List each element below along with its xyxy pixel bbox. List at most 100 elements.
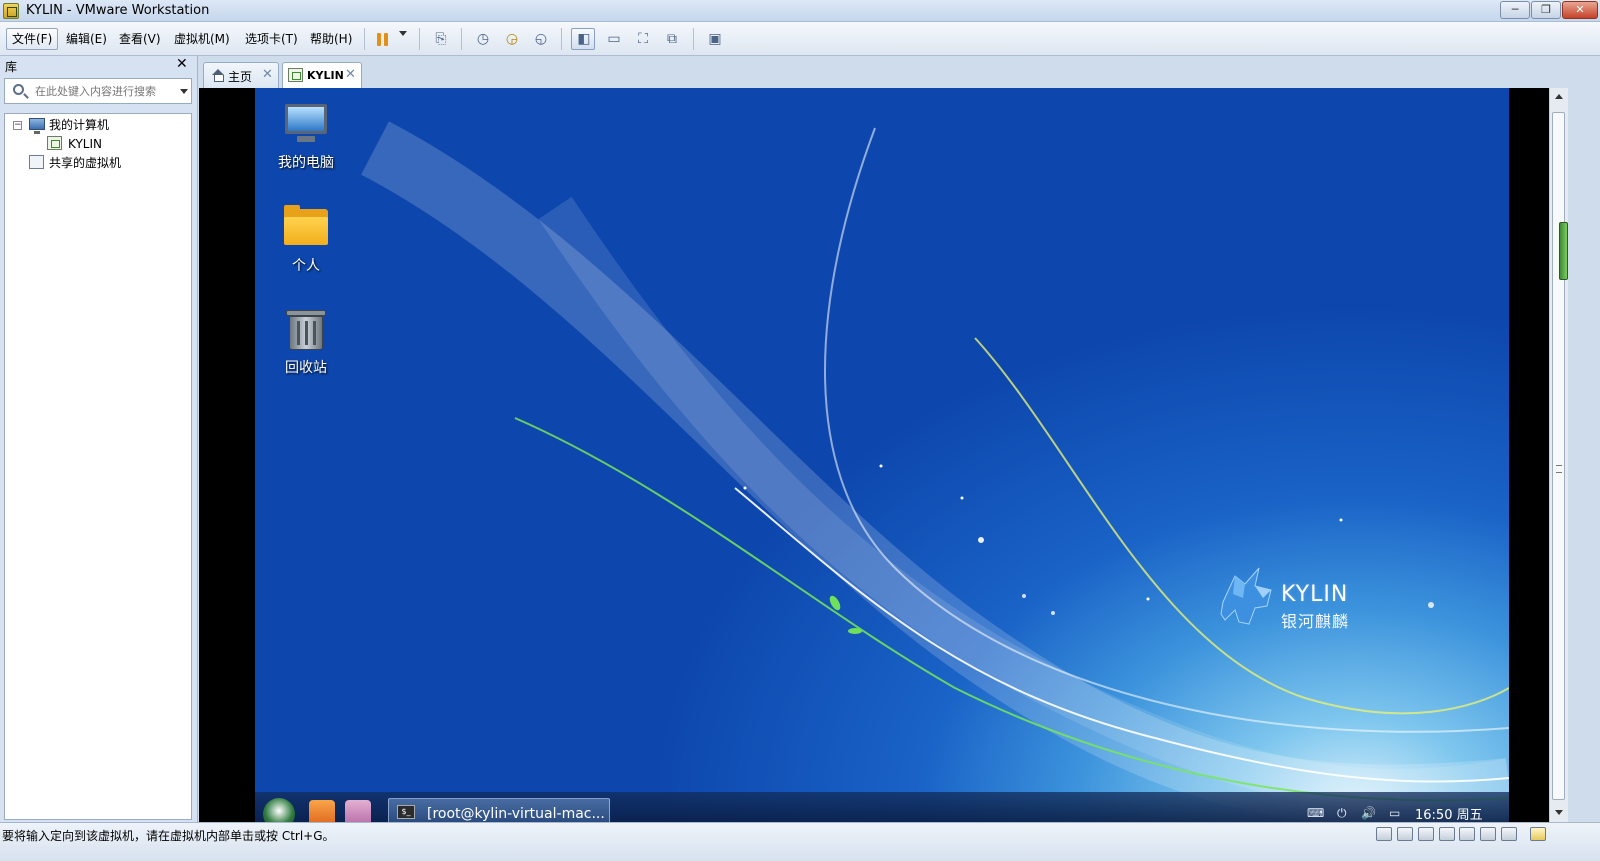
pause-icon xyxy=(384,33,388,46)
kylin-logo-cn-text: 银河麒麟 xyxy=(1281,612,1350,631)
tab-kylin[interactable]: KYLIN ✕ xyxy=(282,62,362,88)
library-search[interactable] xyxy=(4,78,192,104)
toolbar-separator xyxy=(561,28,562,50)
library-panel: 库 ✕ − 我的计算机 KYLIN 共享的虚拟机 xyxy=(0,56,198,822)
menu-view[interactable]: 查看(V) xyxy=(113,28,167,50)
desktop-icon-label: 回收站 xyxy=(285,360,327,376)
message-log-icon[interactable] xyxy=(1530,827,1546,841)
home-folder-icon xyxy=(283,205,329,249)
trash-stripe xyxy=(297,321,300,345)
close-tab-icon[interactable]: ✕ xyxy=(345,67,356,82)
unity-button[interactable]: ⧉ xyxy=(659,28,683,50)
tree-item-my-computer[interactable]: − 我的计算机 xyxy=(5,116,191,134)
library-title: 库 xyxy=(5,60,18,74)
library-close-icon[interactable]: ✕ xyxy=(176,56,188,72)
fullscreen-button[interactable]: ⛶ xyxy=(630,28,654,50)
search-dropdown-icon[interactable] xyxy=(180,89,188,94)
restore-button[interactable]: ❐ xyxy=(1531,1,1561,19)
take-snapshot-button[interactable]: ◷ xyxy=(470,28,494,50)
tree-item-label: KYLIN xyxy=(68,137,102,151)
desktop-icon-home-folder[interactable]: 个人 xyxy=(261,205,351,275)
console-scrollbar[interactable] xyxy=(1549,88,1568,822)
scrollbar-grip xyxy=(1556,465,1562,473)
console-view-button[interactable]: ▣ xyxy=(702,28,726,50)
pause-button[interactable] xyxy=(370,28,394,50)
vm-console[interactable]: 我的电脑 个人 回收站 KYLIN 银河麒麟 $_ [root@kylin-vi… xyxy=(199,88,1549,822)
vm-icon xyxy=(47,136,62,150)
desktop-icon-label: 我的电脑 xyxy=(278,155,334,171)
guest-taskbar: $_ [root@kylin-virtual-mac... ⌨ ⏻ 🔊 ▭ 16… xyxy=(255,792,1509,822)
menu-file[interactable]: 文件(F) xyxy=(6,28,59,50)
shared-vm-icon xyxy=(29,155,44,169)
trash-stripe xyxy=(313,321,316,345)
status-message: 要将输入定向到该虚拟机，请在虚拟机内部单击或按 Ctrl+G。 xyxy=(2,829,335,843)
collapse-icon[interactable]: − xyxy=(13,121,22,130)
send-keys-icon: ⎘ xyxy=(435,31,447,47)
tab-bar: 主页 ✕ KYLIN ✕ xyxy=(199,56,1568,88)
library-tree: − 我的计算机 KYLIN 共享的虚拟机 xyxy=(4,113,192,820)
library-search-input[interactable] xyxy=(35,83,175,99)
sound-card-icon[interactable] xyxy=(1459,827,1475,841)
pause-dropdown-icon[interactable] xyxy=(399,31,407,36)
tab-label: 主页 xyxy=(228,70,253,84)
title-bar[interactable]: KYLIN - VMware Workstation ─ ❐ ✕ xyxy=(0,0,1600,22)
library-header: 库 ✕ xyxy=(0,56,198,76)
wallpaper-swooshes xyxy=(361,121,1509,822)
firefox-launcher-icon[interactable] xyxy=(309,800,335,822)
scroll-down-icon[interactable] xyxy=(1555,810,1563,815)
tree-item-label: 我的计算机 xyxy=(49,118,110,132)
desktop-icon-computer[interactable]: 我的电脑 xyxy=(261,102,351,172)
menu-help[interactable]: 帮助(H) xyxy=(304,28,358,50)
thumbnail-bar-button[interactable]: ▭ xyxy=(601,28,625,50)
snapshot-take-icon: ◷ xyxy=(476,31,490,47)
menu-toolbar: 文件(F) 编辑(E) 查看(V) 虚拟机(M) 选项卡(T) 帮助(H) ⎘ … xyxy=(0,22,1600,56)
printer-icon[interactable] xyxy=(1439,827,1455,841)
toolbar-separator xyxy=(693,28,694,50)
display-icon[interactable] xyxy=(1501,827,1517,841)
window-title: KYLIN - VMware Workstation xyxy=(26,3,210,18)
computer-icon xyxy=(283,102,329,146)
thumbnail-bar-handle[interactable] xyxy=(1559,222,1568,280)
trash-stripe xyxy=(305,321,308,345)
start-menu-button[interactable] xyxy=(263,798,295,822)
tab-label: KYLIN xyxy=(307,69,344,82)
network-adapter-icon[interactable] xyxy=(1418,827,1434,841)
guest-desktop[interactable]: 我的电脑 个人 回收站 KYLIN 银河麒麟 $_ [root@kylin-vi… xyxy=(255,88,1509,822)
keyboard-icon[interactable]: ⌨ xyxy=(1307,806,1324,820)
folder-front xyxy=(284,217,328,245)
usb-device-icon[interactable] xyxy=(1480,827,1496,841)
kylin-unicorn-icon xyxy=(1220,567,1272,625)
minimize-button[interactable]: ─ xyxy=(1500,1,1530,19)
file-manager-launcher-icon[interactable] xyxy=(345,800,371,822)
home-icon xyxy=(212,69,224,82)
scrollbar-thumb[interactable] xyxy=(1552,112,1565,800)
desktop-icon-label: 个人 xyxy=(292,258,320,274)
kylin-logo: KYLIN 银河麒麟 xyxy=(1215,562,1385,632)
revert-snapshot-button[interactable]: ◶ xyxy=(499,28,523,50)
status-bar: 要将输入定向到该虚拟机，请在虚拟机内部单击或按 Ctrl+G。 xyxy=(0,822,1600,861)
taskbar-window-terminal[interactable]: $_ [root@kylin-virtual-mac... xyxy=(388,798,610,822)
cd-rom-icon[interactable] xyxy=(1397,827,1413,841)
tab-home[interactable]: 主页 ✕ xyxy=(203,62,279,88)
snapshot-manager-icon: ◵ xyxy=(534,31,548,47)
network-icon[interactable]: ▭ xyxy=(1389,806,1400,820)
snapshot-manager-button[interactable]: ◵ xyxy=(528,28,552,50)
volume-icon[interactable]: 🔊 xyxy=(1361,806,1376,820)
close-tab-icon[interactable]: ✕ xyxy=(262,67,273,82)
tree-item-shared-vms[interactable]: 共享的虚拟机 xyxy=(5,154,191,172)
tree-item-kylin[interactable]: KYLIN xyxy=(5,135,191,153)
desktop-icon-trash[interactable]: 回收站 xyxy=(261,307,351,377)
power-icon[interactable]: ⏻ xyxy=(1337,806,1347,821)
close-window-button[interactable]: ✕ xyxy=(1562,1,1598,19)
guest-clock[interactable]: 16:50 周五 xyxy=(1415,804,1483,822)
hard-disk-icon[interactable] xyxy=(1376,827,1392,841)
send-ctrl-alt-del-button[interactable]: ⎘ xyxy=(428,28,452,50)
taskbar-window-label: [root@kylin-virtual-mac... xyxy=(427,806,605,822)
scroll-up-icon[interactable] xyxy=(1555,94,1563,99)
menu-tabs[interactable]: 选项卡(T) xyxy=(239,28,304,50)
vm-icon xyxy=(288,68,303,82)
menu-vm[interactable]: 虚拟机(M) xyxy=(168,28,236,50)
show-library-button[interactable]: ◧ xyxy=(571,28,595,50)
monitor-stand xyxy=(297,136,315,142)
menu-edit[interactable]: 编辑(E) xyxy=(60,28,113,50)
